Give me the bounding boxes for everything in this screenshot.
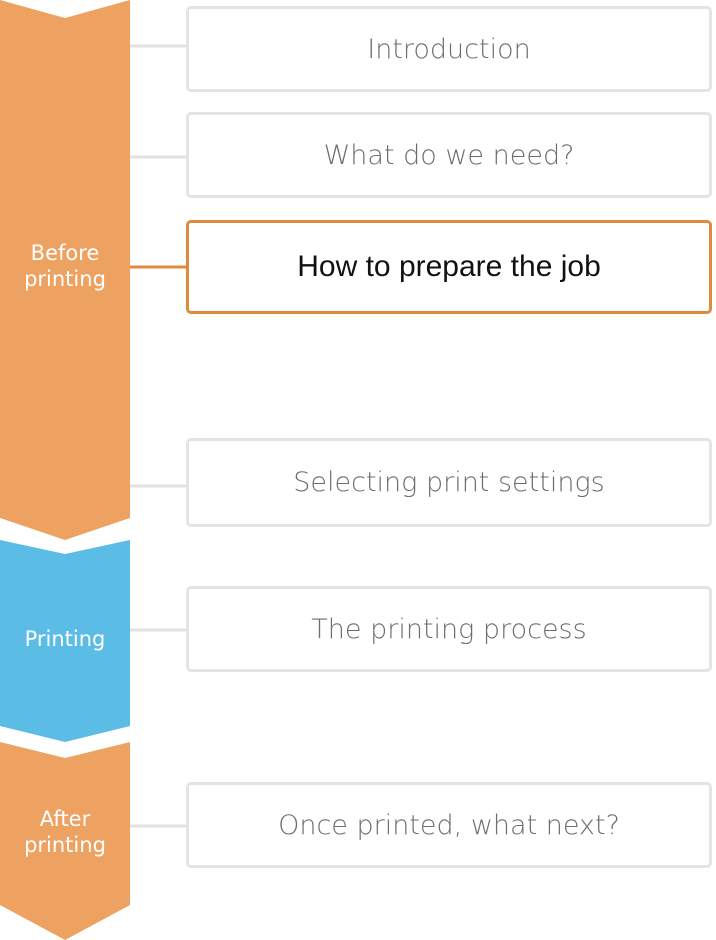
before-printing-label-line2: printing: [24, 267, 106, 291]
after-printing-label: After printing: [0, 806, 130, 858]
after-printing-label-line2: printing: [24, 833, 106, 857]
before-printing-label-line1: Before: [30, 241, 100, 265]
step-printing-process[interactable]: The printing process: [186, 586, 712, 672]
step-introduction[interactable]: Introduction: [186, 6, 712, 92]
after-printing-label-line1: After: [39, 807, 91, 831]
step-prepare-job[interactable]: How to prepare the job: [186, 220, 712, 314]
before-printing-label: Before printing: [0, 240, 130, 292]
step-once-printed[interactable]: Once printed, what next?: [186, 782, 712, 868]
printing-label: Printing: [24, 627, 106, 651]
step-print-settings[interactable]: Selecting print settings: [186, 438, 712, 527]
step-what-do-we-need[interactable]: What do we need?: [186, 112, 712, 198]
